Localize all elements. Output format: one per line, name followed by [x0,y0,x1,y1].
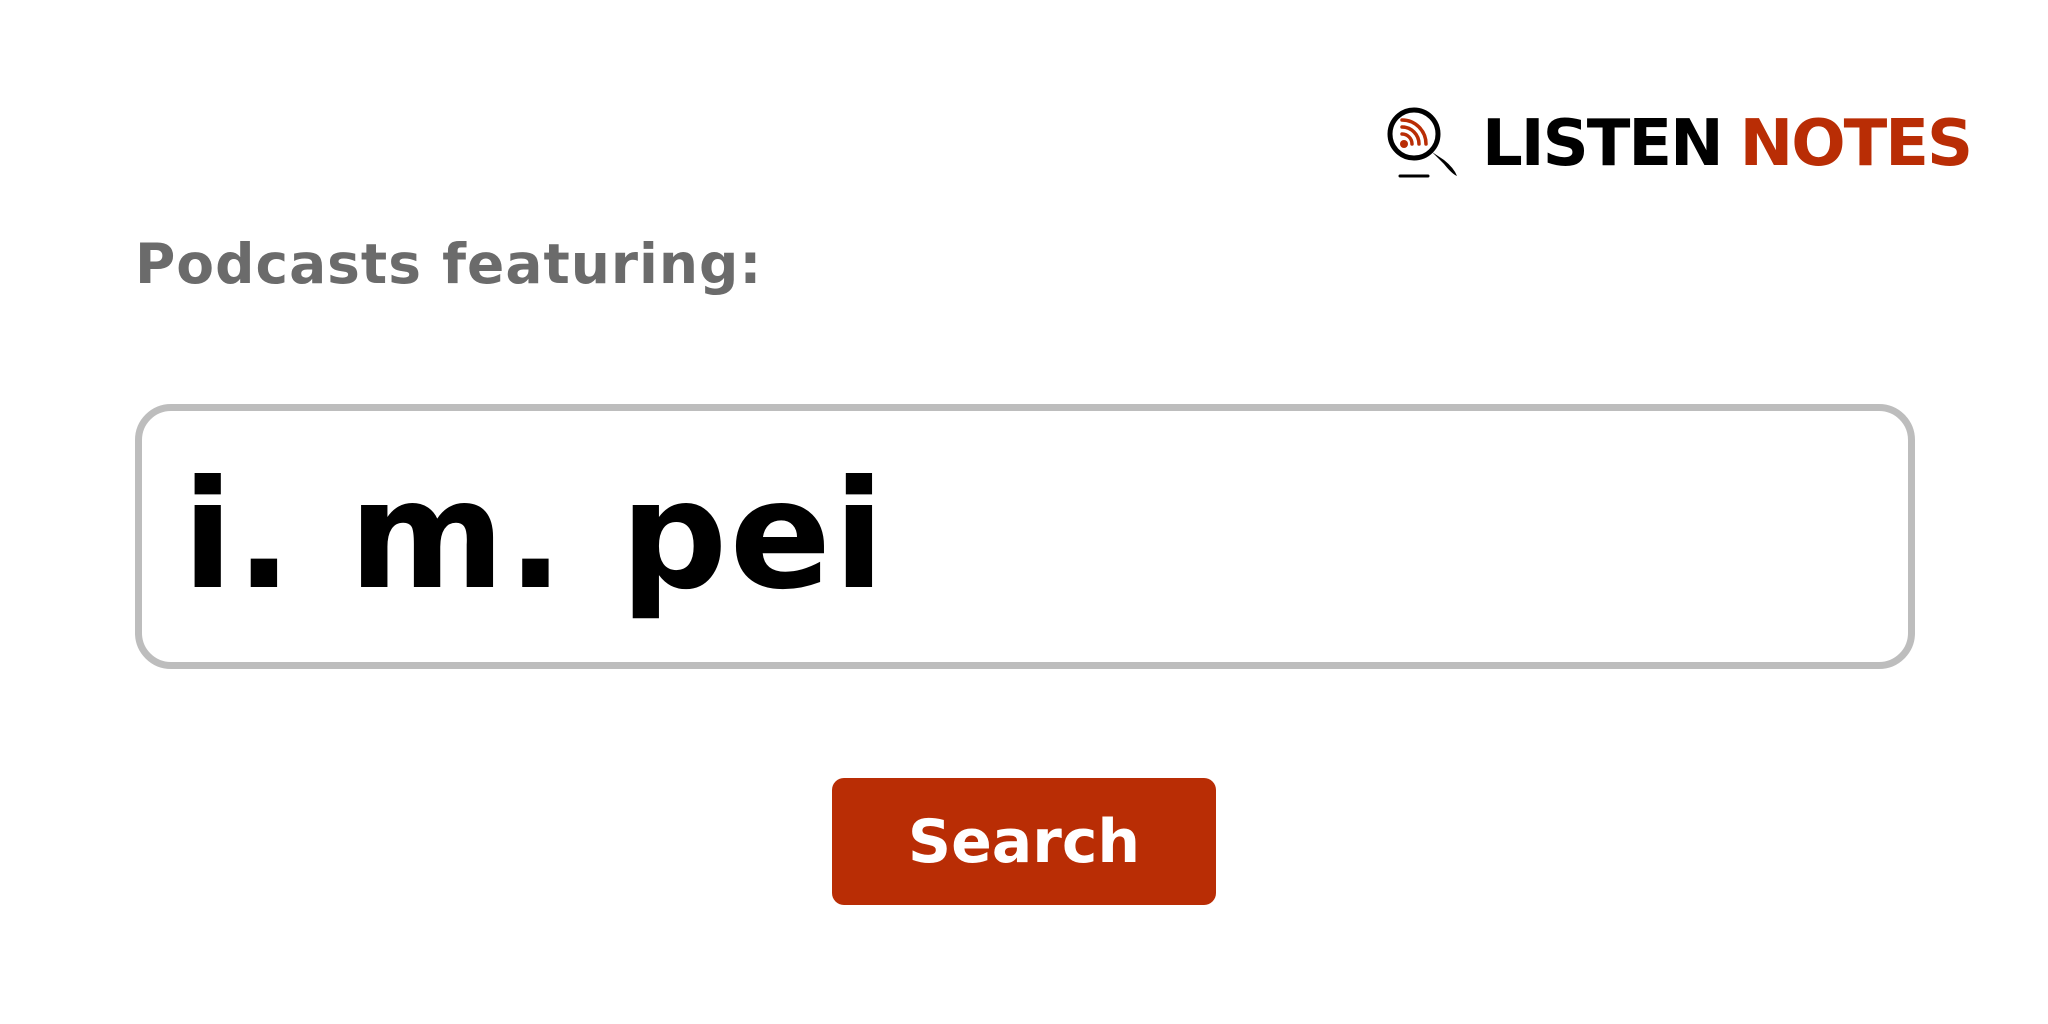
logo-word-listen: LISTEN [1482,107,1724,181]
page: LISTENNOTES Podcasts featuring: Search [0,0,2048,1024]
search-box[interactable] [135,404,1915,669]
logo-word-notes: NOTES [1739,107,1973,181]
search-input[interactable] [182,431,1862,641]
logo-wordmark: LISTEN NOTES [1482,112,1973,176]
search-button[interactable]: Search [832,778,1216,905]
magnifier-podcast-icon [1387,107,1457,178]
listen-notes-logo[interactable]: LISTEN NOTES [1382,104,1973,184]
podcasts-featuring-label: Podcasts featuring: [135,232,763,296]
